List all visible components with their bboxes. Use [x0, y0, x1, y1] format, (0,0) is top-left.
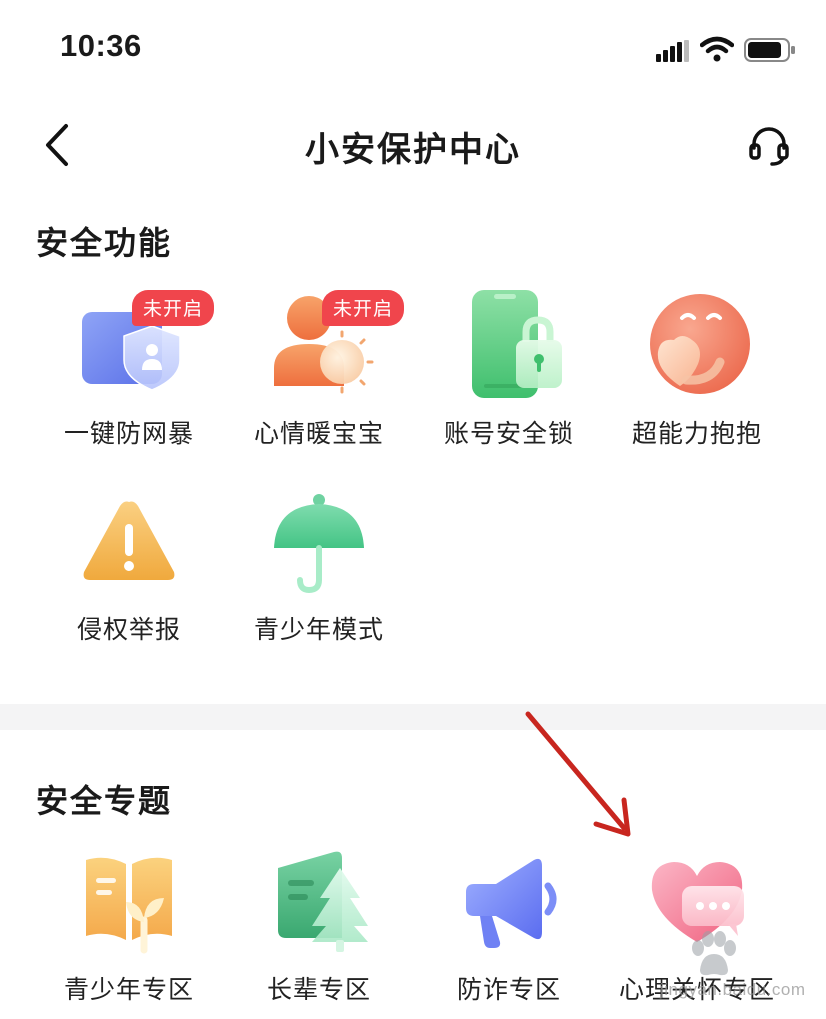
tree-card-icon: [278, 851, 368, 952]
battery-icon: [744, 38, 795, 62]
topic-label: 长辈专区: [266, 975, 371, 1004]
feature-label: 超能力抱抱: [631, 419, 762, 448]
feature-anti-cyberbullying[interactable]: 未开启 一键防网暴: [34, 290, 224, 470]
wifi-icon: [700, 36, 734, 62]
paw-watermark-icon: [692, 931, 736, 976]
feature-label: 侵权举报: [76, 615, 181, 644]
topic-youth-zone[interactable]: 青少年专区: [34, 846, 224, 1019]
hug-face-icon: [650, 294, 750, 394]
section-title-safety-features: 安全功能: [36, 224, 173, 262]
signal-icon: [656, 40, 689, 62]
feature-infringement-report[interactable]: 侵权举报: [34, 486, 224, 666]
megaphone-icon: [466, 858, 557, 948]
section-title-safety-topics: 安全专题: [36, 782, 173, 820]
feature-teen-mode[interactable]: 青少年模式: [224, 486, 414, 666]
topic-elder-zone[interactable]: 长辈专区: [224, 846, 414, 1019]
feature-label: 青少年模式: [253, 615, 384, 644]
phone-lock-icon: [472, 290, 562, 398]
section-divider: [0, 704, 826, 730]
feature-account-lock[interactable]: 账号安全锁: [414, 290, 604, 470]
topic-anti-fraud-zone[interactable]: 防诈专区: [414, 846, 604, 1019]
watermark-text: jingyan.baidu.com: [660, 980, 806, 999]
umbrella-icon: [274, 494, 364, 594]
feature-label: 心情暖宝宝: [253, 419, 384, 448]
topic-label: 青少年专区: [63, 975, 194, 1004]
page-title: 小安保护中心: [305, 130, 521, 170]
feature-label: 一键防网暴: [63, 419, 194, 448]
topic-label: 防诈专区: [456, 975, 561, 1004]
status-badge: 未开启: [322, 290, 405, 326]
feature-label: 账号安全锁: [443, 419, 574, 448]
status-badge: 未开启: [132, 290, 215, 326]
book-sprout-icon: [86, 857, 172, 954]
page: 10:36 小安保护中心 安全功能 未开启 一键防网暴 未开启 心情暖宝宝 账号…: [0, 0, 826, 1019]
status-time: 10:36: [60, 28, 142, 63]
feature-mood-warmer[interactable]: 未开启 心情暖宝宝: [224, 290, 414, 470]
headset-icon[interactable]: [748, 124, 790, 166]
warning-icon: [83, 501, 175, 580]
feature-super-hug[interactable]: 超能力抱抱: [602, 290, 792, 470]
